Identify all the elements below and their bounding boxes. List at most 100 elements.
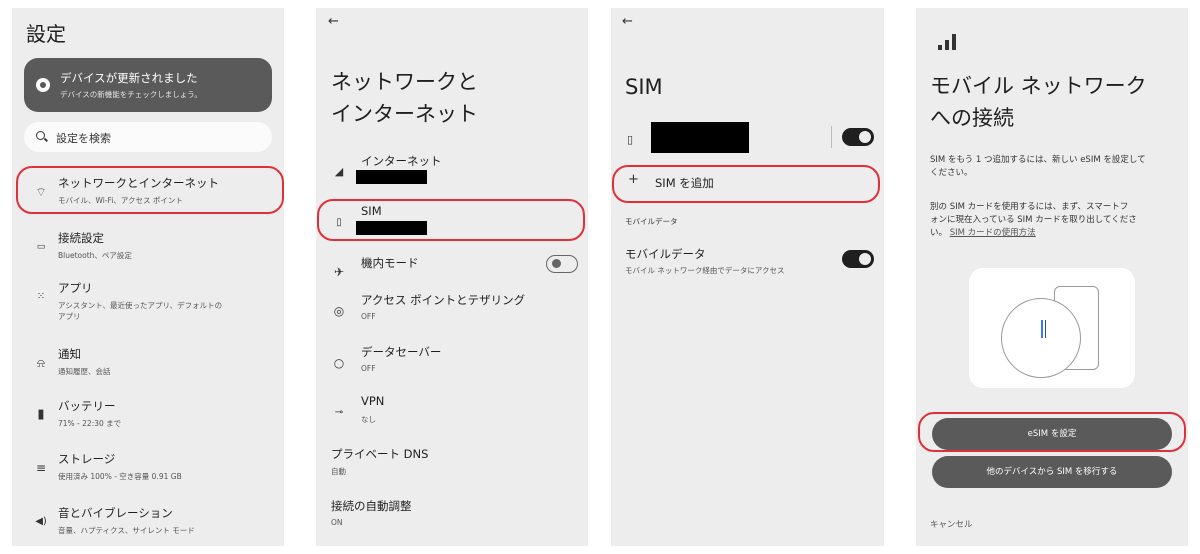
paragraph-line: ください。 [930,168,973,178]
update-icon [36,78,50,92]
settings-item-sound[interactable]: ◀) 音とバイブレーション 音量、ハプティクス、サイレント モード [12,503,284,546]
search-settings[interactable]: 設定を検索 [24,122,272,152]
page-title-line2: への接続 [930,106,1014,130]
settings-item-title: 通知 [58,347,81,361]
network-item-title: VPN [361,394,385,408]
settings-item-title: 接続設定 [58,231,104,245]
settings-item-title: バッテリー [58,399,116,413]
network-item-vpn[interactable]: ⊸ VPN なし [316,394,588,440]
update-banner[interactable]: デバイスが更新されました デバイスの新機能をチェックしましょう。 [24,58,272,112]
sim-card-illustration [1041,320,1043,338]
settings-item-title: ネットワークとインターネット [58,176,219,190]
divider [831,126,832,148]
sim-toggle[interactable] [842,128,874,146]
network-item-private-dns[interactable]: プライベート DNS 自動 [316,446,588,492]
airplane-icon: ✈ [333,265,345,279]
network-item-subtitle: 自動 [331,467,346,476]
page-title: モバイル ネットワーク への接続 [930,70,1147,134]
sim-card-icon: ▯ [336,217,342,228]
settings-item-subtitle: 音量、ハプティクス、サイレント モード [58,526,195,535]
back-arrow-icon[interactable]: ← [328,14,339,29]
sim-help-link[interactable]: SIM カードの使用方法 [950,228,1036,238]
page-title-line1: ネットワークと [331,70,478,94]
network-item-subtitle: OFF [361,312,376,321]
highlight-add-sim [612,165,880,203]
network-item-subtitle: なし [361,415,376,424]
plus-icon: + [628,172,639,187]
settings-item-subtitle: 71% - 22:30 まで [58,419,122,428]
settings-item-subtitle: モバイル、Wi-Fi、アクセス ポイント [58,196,183,205]
connected-devices-icon: ▭ [36,242,46,252]
cancel-button[interactable]: キャンセル [930,518,973,530]
hotspot-icon: ◎ [333,304,345,318]
redacted-block [356,170,427,184]
network-item-internet[interactable]: ◢ インターネット [316,153,588,199]
settings-item-notifications[interactable]: ⍾ 通知 通知履歴、会話 [12,344,284,388]
paragraph-line: 別の SIM カードを使用するには、まず、スマートフ [930,202,1129,212]
sim-card-icon: ▯ [627,133,634,146]
mobile-data-toggle[interactable] [842,250,874,268]
network-item-title: プライベート DNS [331,447,429,461]
paragraph-line: ォンに現在入っている SIM カードを取り出してくださ [930,215,1137,225]
settings-item-apps[interactable]: ⁙ アプリ アシスタント、最近使ったアプリ、デフォルトのアプリ [12,278,284,330]
banner-title: デバイスが更新されました [60,71,198,85]
vpn-key-icon: ⊸ [334,407,344,418]
search-label: 設定を検索 [56,132,111,145]
network-item-subtitle: OFF [361,364,376,373]
network-internet-panel: ← ネットワークと インターネット ◢ インターネット ▯ SIM ✈ 機内モー… [316,8,588,546]
network-item-title: インターネット [361,154,442,168]
page-title-line2: インターネット [331,102,478,126]
paragraph-line: い。 SIM カードの使用方法 [930,227,1178,240]
paragraph-line: SIM をもう 1 つ追加するには、新しい eSIM を設定して [930,155,1146,165]
mobile-data-subtitle: モバイル ネットワーク経由でデータにアクセス [625,266,785,275]
redacted-block [356,221,427,235]
transfer-sim-button[interactable]: 他のデバイスから SIM を移行する [932,456,1172,488]
settings-item-network[interactable]: ⌔ ネットワークとインターネット モバイル、Wi-Fi、アクセス ポイント [12,173,284,217]
settings-item-title: ストレージ [58,452,116,466]
airplane-toggle[interactable] [546,255,578,273]
page-title: SIM [625,75,663,99]
network-item-title: アクセス ポイントとテザリング [361,293,526,307]
redacted-block [651,122,749,153]
apps-grid-icon: ⁙ [36,291,46,302]
search-icon [36,131,45,140]
settings-item-subtitle: 使用済み 100% - 空き容量 0.91 GB [58,472,182,481]
wifi-icon: ⌔ [35,185,47,199]
settings-item-subtitle: Bluetooth、ペア設定 [58,251,132,260]
network-item-hotspot[interactable]: ◎ アクセス ポイントとテザリング OFF [316,292,588,338]
settings-item-battery[interactable]: ▮ バッテリー 71% - 22:30 まで [12,396,284,440]
banner-subtitle: デバイスの新機能をチェックしましょう。 [60,90,202,99]
page-title: 設定 [26,22,66,46]
settings-panel: 設定 デバイスが更新されました デバイスの新機能をチェックしましょう。 設定を検… [12,8,284,546]
battery-icon: ▮ [37,407,45,422]
paragraph-sim-card: 別の SIM カードを使用するには、まず、スマートフ ォンに現在入っている SI… [930,201,1178,240]
sim-illustration [969,268,1135,388]
network-item-adaptive[interactable]: 接続の自動調整 ON [316,498,588,544]
mobile-data-title[interactable]: モバイルデータ [625,246,706,262]
settings-item-subtitle: アシスタント、最近使ったアプリ、デフォルトのアプリ [58,301,223,321]
sim-slot-illustration [1045,320,1046,338]
network-item-sim[interactable]: ▯ SIM [316,204,588,250]
page-title-line1: モバイル ネットワーク [930,74,1147,98]
zoom-circle-illustration [1001,298,1081,378]
section-header: モバイルデータ [625,217,678,226]
add-sim-label: SIM を追加 [655,176,714,190]
paragraph-add-esim: SIM をもう 1 つ追加するには、新しい eSIM を設定して ください。 [930,154,1178,180]
back-arrow-icon[interactable]: ← [622,14,633,29]
settings-item-subtitle: 通知履歴、会話 [58,367,111,376]
settings-item-storage[interactable]: ≡ ストレージ 使用済み 100% - 空き容量 0.91 GB [12,449,284,493]
signal-bars-icon [938,32,960,50]
sim-panel: ← SIM ▯ + SIM を追加 モバイルデータ モバイルデータ モバイル ネ… [611,8,884,546]
network-item-title: データセーバー [361,345,442,359]
speaker-icon: ◀) [35,516,47,527]
connect-mobile-network-panel: モバイル ネットワーク への接続 SIM をもう 1 つ追加するには、新しい e… [916,8,1188,546]
settings-item-connected[interactable]: ▭ 接続設定 Bluetooth、ペア設定 [12,228,284,272]
bell-icon: ⍾ [37,356,45,370]
network-item-data-saver[interactable]: ○ データセーバー OFF [316,344,588,390]
signal-icon: ◢ [334,165,344,178]
network-item-subtitle: ON [331,518,343,527]
data-saver-icon: ○ [333,356,345,370]
setup-esim-button[interactable]: eSIM を設定 [932,418,1172,450]
network-item-title: SIM [361,204,382,218]
storage-icon: ≡ [35,461,47,475]
